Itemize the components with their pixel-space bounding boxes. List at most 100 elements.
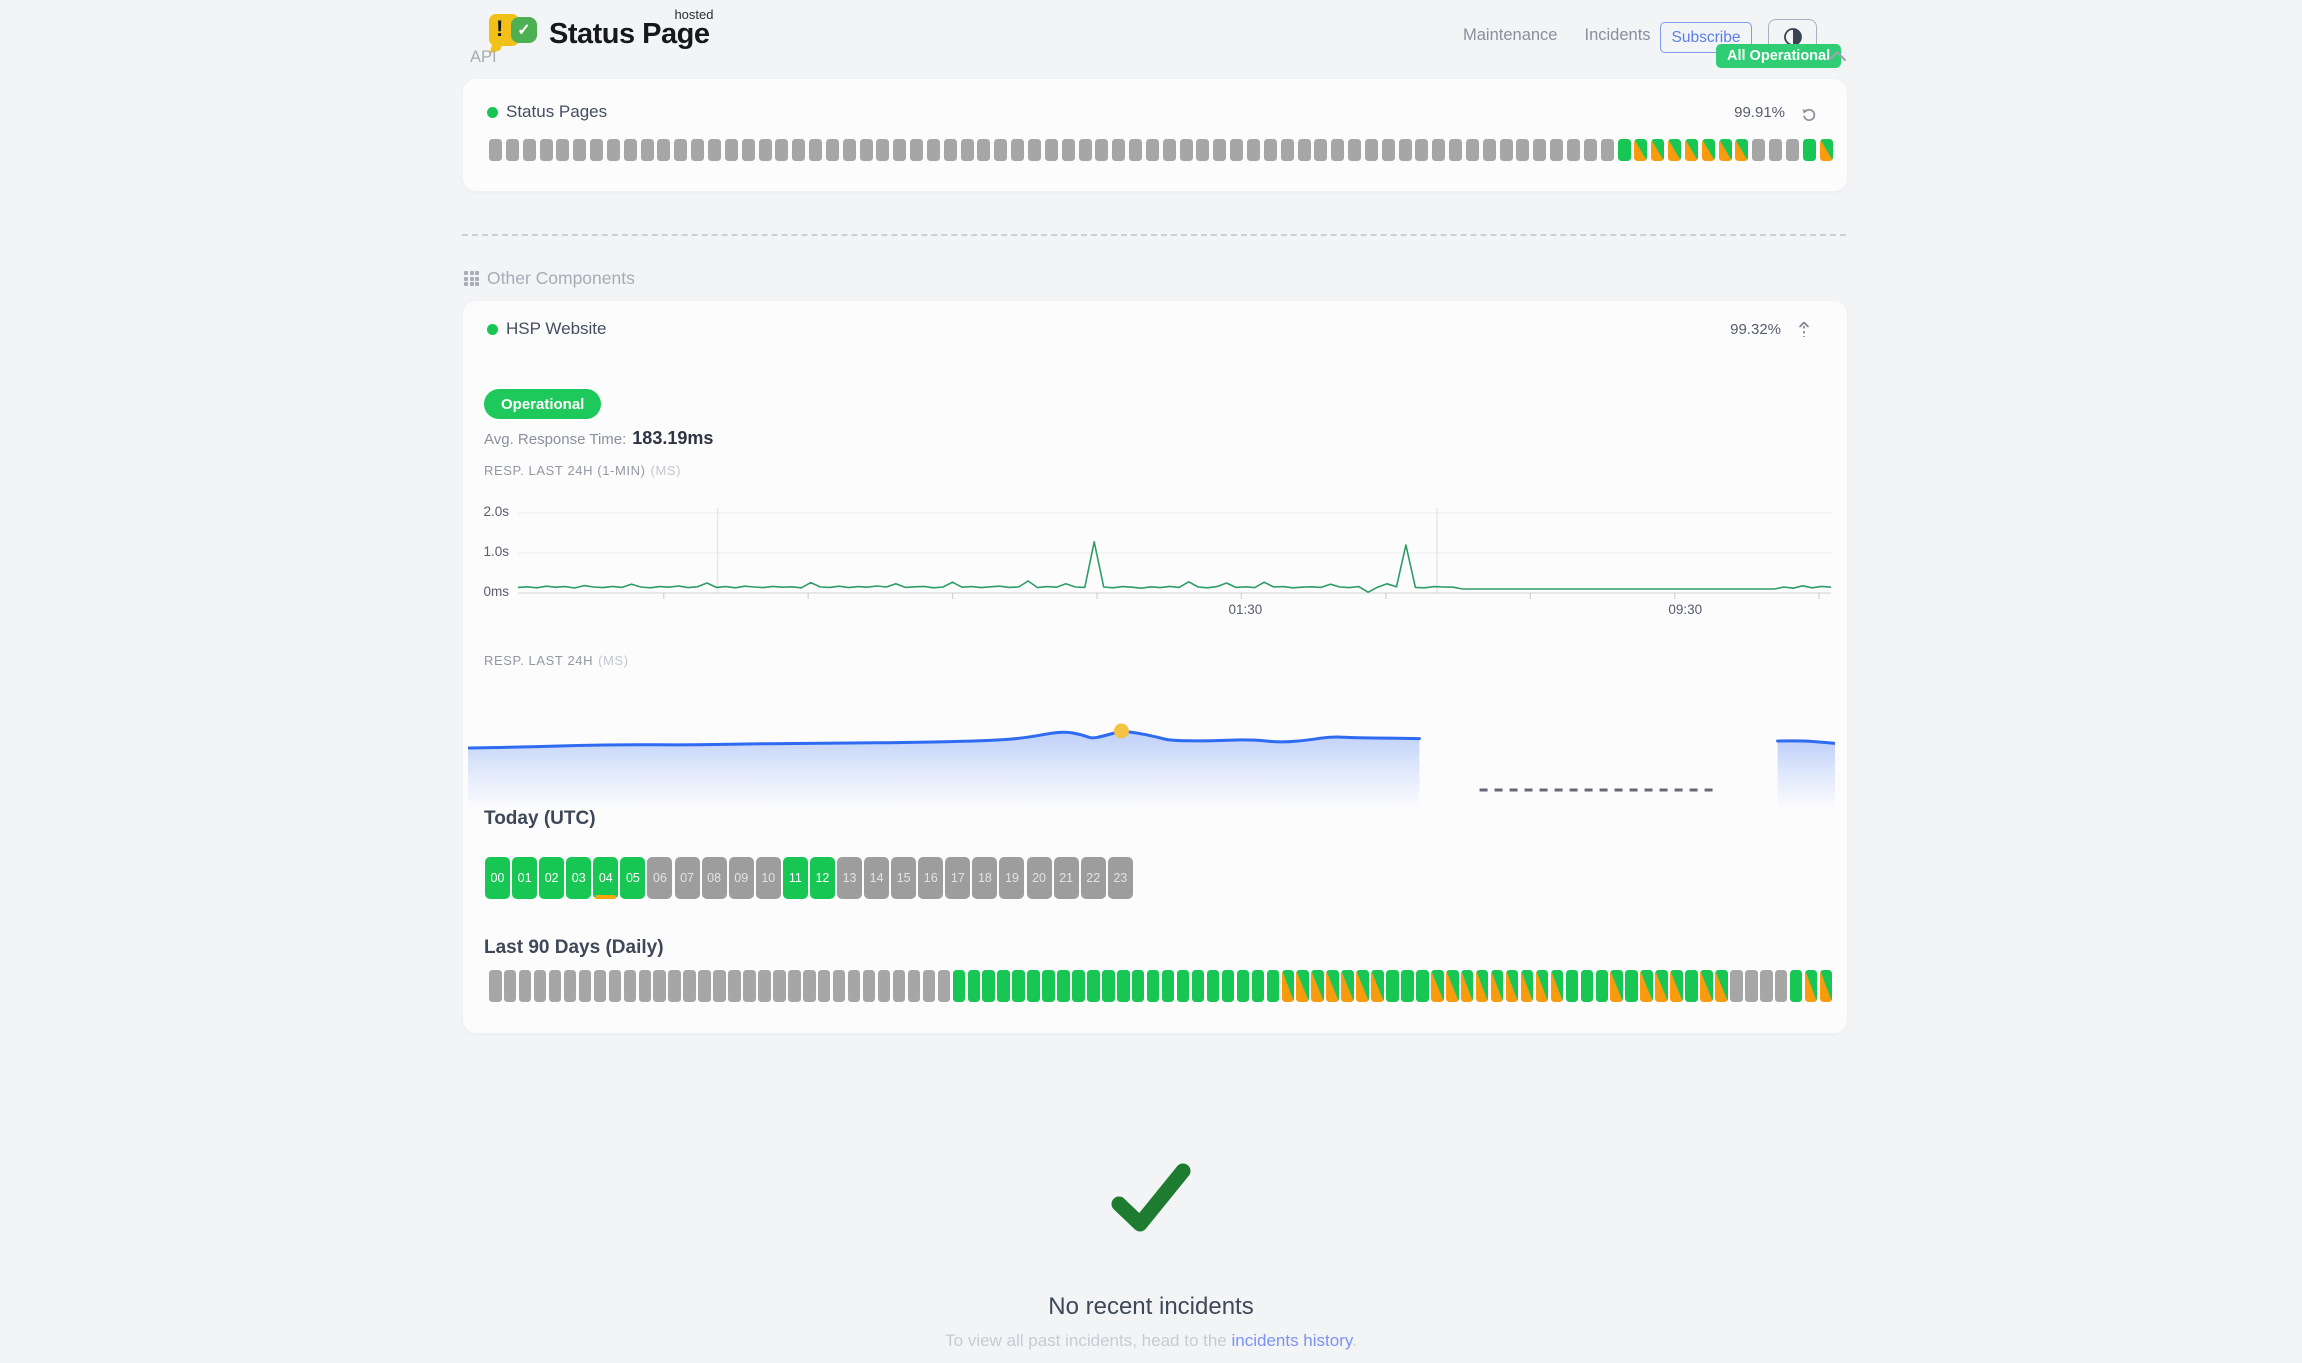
component-name: Status Pages bbox=[506, 102, 607, 122]
uptime-bar-degraded bbox=[1476, 970, 1489, 1002]
uptime-bar-none bbox=[1331, 139, 1344, 161]
brand-logo[interactable]: ! ✓ Status Page hosted bbox=[487, 10, 710, 58]
uptime-bar-up bbox=[1625, 970, 1638, 1002]
uptime-bar-none bbox=[683, 970, 696, 1002]
uptime-bar-degraded bbox=[1805, 970, 1818, 1002]
status-dot bbox=[487, 107, 498, 118]
uptime-bar-up bbox=[1803, 139, 1816, 161]
collapse-chevron-up-icon[interactable] bbox=[1827, 49, 1847, 67]
uptime-bar-none bbox=[803, 970, 816, 1002]
uptime-bar-none bbox=[1550, 139, 1563, 161]
uptime-bar-up bbox=[1386, 970, 1399, 1002]
incidents-note: To view all past incidents, head to the … bbox=[0, 1331, 2302, 1351]
uptime-bar-none bbox=[556, 139, 569, 161]
area-chart-canvas bbox=[468, 699, 1835, 811]
brand-name: Status Page hosted bbox=[549, 18, 710, 51]
uptime-percentage: 99.32% bbox=[1730, 321, 1781, 338]
uptime-bar-none bbox=[1230, 139, 1243, 161]
uptime-bar-none bbox=[1045, 139, 1058, 161]
nav-maintenance[interactable]: Maintenance bbox=[1463, 26, 1557, 45]
uptime-bar-none bbox=[674, 139, 687, 161]
uptime-bar-degraded bbox=[1326, 970, 1339, 1002]
refresh-icon[interactable] bbox=[1800, 106, 1817, 128]
uptime-bar-degraded bbox=[1685, 139, 1698, 161]
uptime-bar-none bbox=[1247, 139, 1260, 161]
uptime-bar-none bbox=[590, 139, 603, 161]
uptime-bar-none bbox=[657, 139, 670, 161]
uptime-bar-none bbox=[1348, 139, 1361, 161]
hour-block-22: 22 bbox=[1081, 857, 1106, 899]
big-check-icon bbox=[1106, 1158, 1196, 1247]
uptime-bar-none bbox=[994, 139, 1007, 161]
uptime-bar-none bbox=[893, 139, 906, 161]
uptime-bar-none bbox=[713, 970, 726, 1002]
uptime-bar-none bbox=[1432, 139, 1445, 161]
uptime-bar-none bbox=[910, 139, 923, 161]
uptime-bar-none bbox=[639, 970, 652, 1002]
uptime-bar-none bbox=[1314, 139, 1327, 161]
uptime-bar-up bbox=[1177, 970, 1190, 1002]
avg-response-time: Avg. Response Time:183.19ms bbox=[484, 428, 713, 449]
uptime-bar-degraded bbox=[1491, 970, 1504, 1002]
uptime-bar-degraded bbox=[1702, 139, 1715, 161]
status-dot bbox=[487, 324, 498, 335]
uptime-bar-none bbox=[653, 970, 666, 1002]
uptime-bar-up bbox=[982, 970, 995, 1002]
uptime-bar-none bbox=[863, 970, 876, 1002]
uptime-bar-none bbox=[818, 970, 831, 1002]
uptime-bar-none bbox=[1752, 139, 1765, 161]
uptime-bar-up bbox=[1162, 970, 1175, 1002]
uptime-bar-none bbox=[1146, 139, 1159, 161]
hour-block-00: 00 bbox=[485, 857, 510, 899]
uptime-bar-none bbox=[1281, 139, 1294, 161]
uptime-bar-none bbox=[759, 139, 772, 161]
exclamation-icon: ! bbox=[496, 16, 503, 42]
hour-block-09: 09 bbox=[729, 857, 754, 899]
uptime-bar-none bbox=[594, 970, 607, 1002]
uptime-bar-up bbox=[1596, 970, 1609, 1002]
uptime-bar-none bbox=[876, 139, 889, 161]
hour-block-17: 17 bbox=[945, 857, 970, 899]
uptime-bar-up bbox=[1012, 970, 1025, 1002]
uptime-bar-degraded bbox=[1715, 970, 1728, 1002]
hour-block-19: 19 bbox=[999, 857, 1024, 899]
uptime-bar-degraded bbox=[1431, 970, 1444, 1002]
uptime-bar-degraded bbox=[1446, 970, 1459, 1002]
uptime-bar-up bbox=[968, 970, 981, 1002]
hour-block-15: 15 bbox=[891, 857, 916, 899]
hour-block-02: 02 bbox=[539, 857, 564, 899]
uptime-bar-none bbox=[1112, 139, 1125, 161]
hour-block-01: 01 bbox=[512, 857, 537, 899]
uptime-bar-up bbox=[953, 970, 966, 1002]
uptime-bar-none bbox=[1786, 139, 1799, 161]
uptime-bar-none bbox=[1129, 139, 1142, 161]
hour-block-20: 20 bbox=[1027, 857, 1052, 899]
uptime-bar-none bbox=[775, 139, 788, 161]
uptime-bar-up bbox=[1566, 970, 1579, 1002]
nav-incidents[interactable]: Incidents bbox=[1584, 26, 1650, 45]
uptime-bar-none bbox=[944, 139, 957, 161]
hour-block-03: 03 bbox=[566, 857, 591, 899]
uptime-bar-up bbox=[1087, 970, 1100, 1002]
status-badge: All Operational bbox=[1716, 44, 1841, 68]
uptime-bar-none bbox=[624, 139, 637, 161]
section-title-other-components: Other Components bbox=[487, 268, 635, 289]
incidents-history-link[interactable]: incidents history bbox=[1231, 1331, 1352, 1350]
hour-block-14: 14 bbox=[864, 857, 889, 899]
uptime-bar-none bbox=[1180, 139, 1193, 161]
operational-badge: Operational bbox=[484, 389, 601, 419]
uptime-bar-none bbox=[534, 970, 547, 1002]
line-chart-canvas bbox=[518, 500, 1831, 615]
uptime-bar-up bbox=[1102, 970, 1115, 1002]
uptime-bar-up bbox=[1192, 970, 1205, 1002]
uptime-bar-none bbox=[908, 970, 921, 1002]
uptime-bar-none bbox=[848, 970, 861, 1002]
uptime-bar-none bbox=[504, 970, 517, 1002]
uptime-bar-none bbox=[641, 139, 654, 161]
uptime-bar-none bbox=[1449, 139, 1462, 161]
uptime-bar-up bbox=[1027, 970, 1040, 1002]
hour-block-04: 04 bbox=[593, 857, 618, 899]
uptime-bar-none bbox=[564, 970, 577, 1002]
uptime-bar-degraded bbox=[1341, 970, 1354, 1002]
uptime-bar-up bbox=[1267, 970, 1280, 1002]
